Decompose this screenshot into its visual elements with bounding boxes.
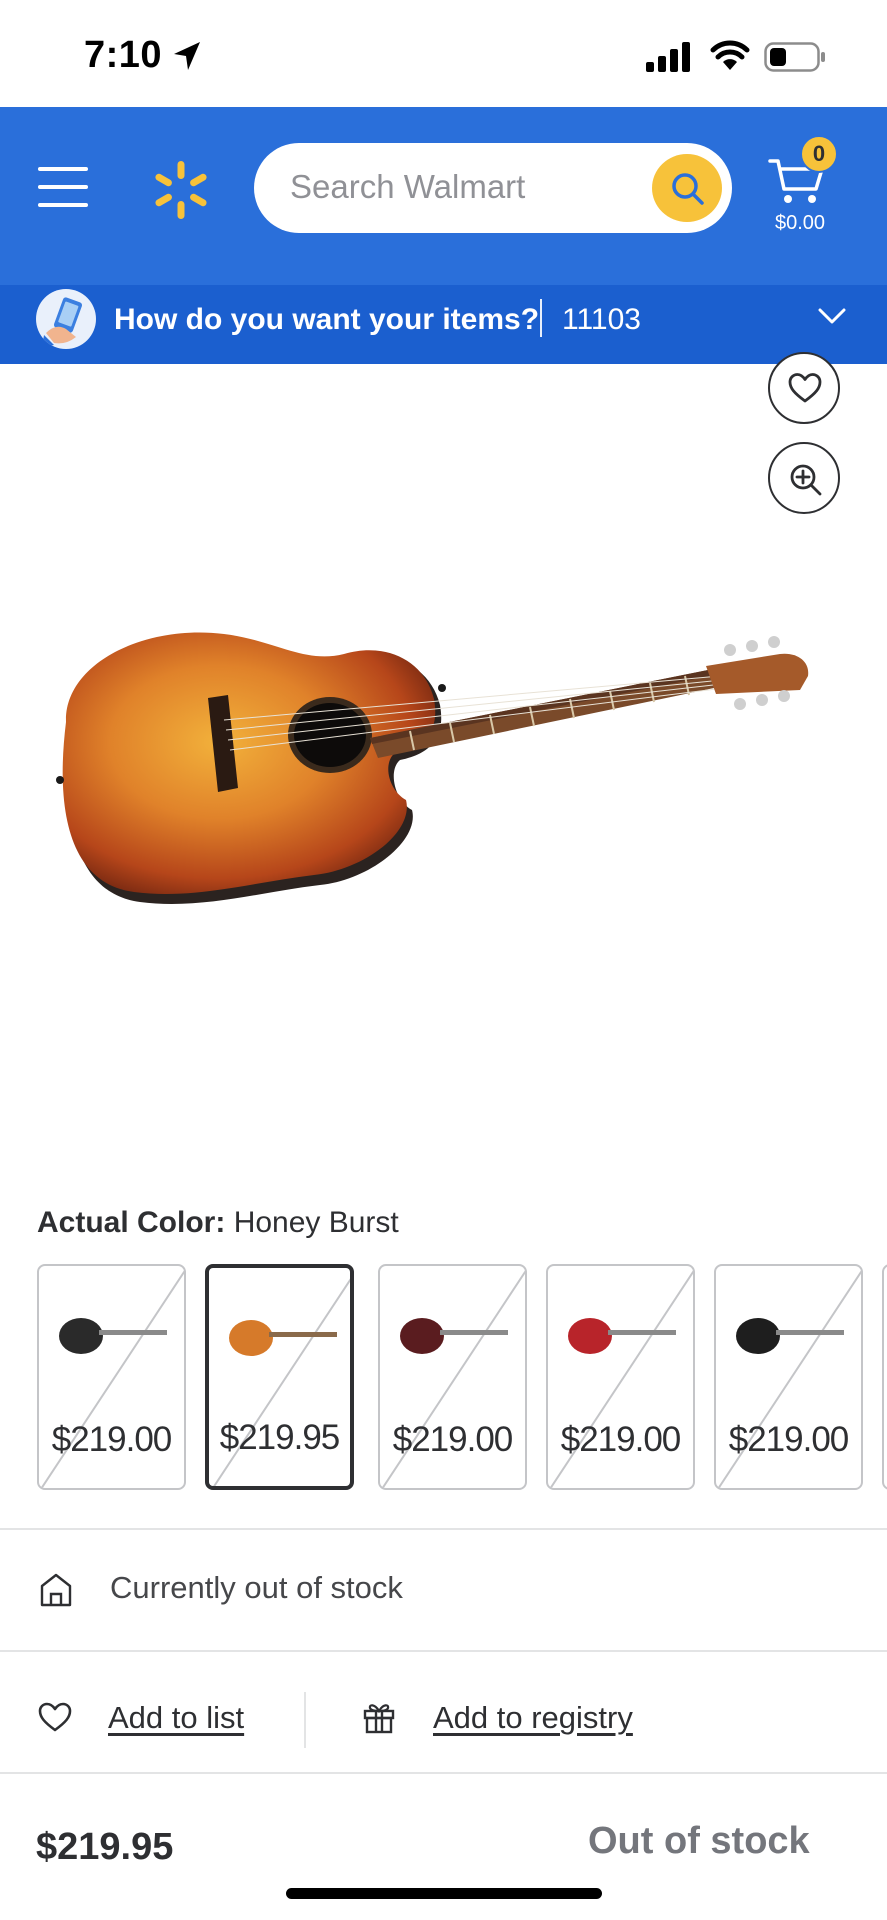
color-label-value: Honey Burst [233,1206,399,1239]
divider [540,299,542,337]
swatch-price: $219.00 [51,1420,173,1459]
chevron-down-icon[interactable] [818,307,846,325]
wifi-icon [710,40,750,70]
search-input[interactable]: Search Walmart [254,143,732,233]
home-indicator[interactable] [286,1888,602,1899]
walmart-spark-logo[interactable] [150,159,212,221]
battery-icon [764,42,825,72]
swatch-thumbnail [59,1318,167,1354]
swatch-thumbnail [736,1318,844,1354]
swatch-price: $219.00 [728,1420,850,1459]
divider [0,1528,887,1530]
swatch-thumbnail [568,1318,676,1354]
product-price: $219.95 [36,1826,174,1868]
color-swatch[interactable]: $219.00 [714,1264,863,1490]
heart-icon[interactable] [38,1702,72,1734]
color-swatch-list: $219.00 $219.95 $219.00 $219.00 $219.00 [37,1264,887,1492]
swatch-thumbnail [400,1318,508,1354]
gift-icon[interactable] [362,1700,396,1734]
favorite-button[interactable] [768,352,840,424]
search-placeholder: Search Walmart [290,168,526,205]
search-icon [672,173,704,205]
heart-icon [788,373,822,403]
color-label: Actual Color: Honey Burst [37,1206,399,1240]
store-icon [40,1573,72,1607]
status-time: 7:10 [84,34,163,76]
color-swatch[interactable]: $219.00 [378,1264,527,1490]
cart-button[interactable]: 0 $0.00 [764,135,864,245]
zip-code: 11103 [562,303,641,336]
app-header: Search Walmart 0 $0.00 [0,107,887,285]
fulfillment-selector[interactable]: How do you want your items? 11103 [0,285,887,364]
swatch-thumbnail [229,1320,337,1356]
fulfillment-icon [36,289,96,349]
fulfillment-question: How do you want your items? [114,303,540,336]
cart-total: $0.00 [774,212,826,234]
status-bar: 7:10 [0,0,887,107]
color-swatch[interactable]: $219.00 [37,1264,186,1490]
swatch-price: $219.00 [560,1420,682,1459]
cart-count-badge: 0 [800,135,838,173]
cellular-signal-icon [646,42,690,72]
swatch-price: $219.00 [392,1420,514,1459]
out-of-stock-label: Out of stock [588,1820,810,1862]
stock-status: Currently out of stock [110,1570,403,1605]
divider [0,1650,887,1652]
swatch-price: $219.95 [219,1418,341,1457]
color-label-key: Actual Color: [37,1206,226,1239]
zoom-button[interactable] [768,442,840,514]
divider [0,1772,887,1774]
color-swatch[interactable]: $219.00 [546,1264,695,1490]
divider [304,1692,306,1748]
add-to-list-link[interactable]: Add to list [108,1700,244,1736]
add-to-registry-link[interactable]: Add to registry [433,1700,633,1736]
search-button[interactable] [652,154,722,222]
zoom-in-icon [790,464,822,496]
location-arrow-icon [174,42,200,70]
menu-icon[interactable] [38,165,88,209]
color-swatch-selected[interactable]: $219.95 [205,1264,354,1490]
product-image-guitar[interactable] [40,610,840,920]
color-swatch-partial[interactable] [882,1264,887,1490]
